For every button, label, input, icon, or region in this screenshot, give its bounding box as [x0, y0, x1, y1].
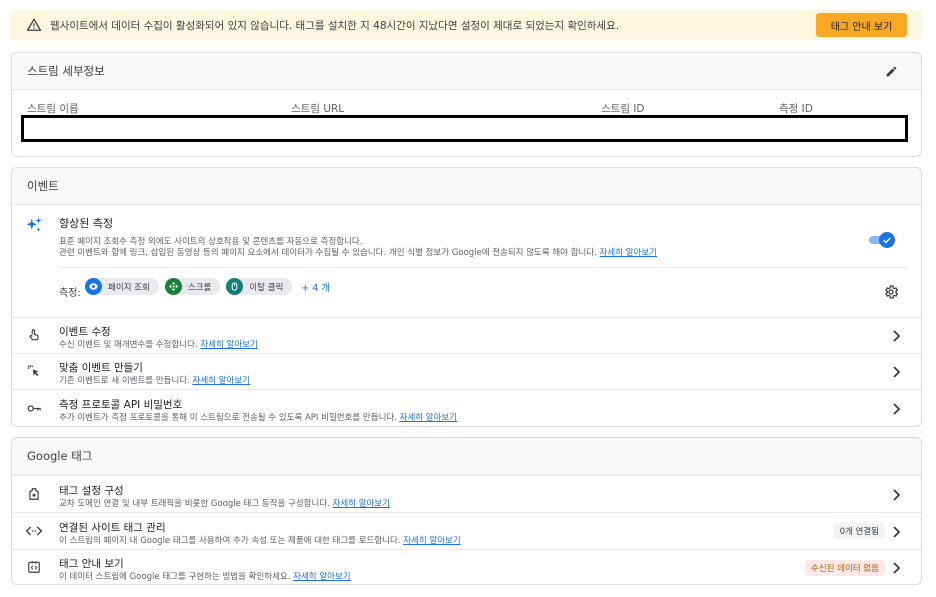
row-title: 맞춤 이벤트 만들기	[59, 362, 143, 374]
create-custom-event-row[interactable]: 맞춤 이벤트 만들기 기존 이벤트로 새 이벤트를 만듭니다. 자세히 알아보기	[12, 353, 921, 389]
eye-icon	[85, 278, 102, 295]
chip-outbound-click[interactable]: 이탈 클릭	[226, 278, 293, 295]
sparkle-icon	[25, 216, 43, 234]
mouse-icon	[226, 278, 244, 295]
key-icon	[26, 400, 42, 416]
learn-more-link[interactable]: 자세히 알아보기	[200, 340, 257, 350]
edit-pencil-icon[interactable]	[883, 63, 899, 79]
column-stream-url: 스트림 URL	[291, 103, 345, 115]
configure-tag-settings-row[interactable]: 태그 설정 구성 교차 도메인 연결 및 내부 트래픽을 비롯한 Google …	[12, 475, 921, 512]
enhanced-desc-line-1: 표준 페이지 조회수 측정 외에도 사이트의 상호작용 및 콘텐츠를 자동으로 …	[59, 237, 363, 247]
chip-label: 스크롤	[187, 282, 212, 293]
chip-label: 페이지 조회	[108, 282, 150, 293]
row-title: 측정 프로토콜 API 비밀번호	[59, 399, 183, 411]
view-tag-instructions-row[interactable]: 태그 안내 보기 이 데이터 스트림에 Google 태그를 구현하는 방법을 …	[12, 549, 921, 585]
google-tag-card: Google 태그 태그 설정 구성 교차 도메인 연결 및 내부 트래픽을 비…	[11, 437, 922, 585]
events-header: 이벤트	[12, 168, 921, 205]
more-chips-link[interactable]: + 4 개	[301, 280, 330, 294]
manage-connected-site-tags-row[interactable]: 연결된 사이트 태그 관리 이 스트림의 페이지 내 Google 태그를 사용…	[12, 512, 921, 549]
stream-details-title: 스트림 세부정보	[27, 64, 105, 78]
learn-more-link[interactable]: 자세히 알아보기	[193, 376, 250, 386]
connected-count-badge: 0개 연결됨	[833, 523, 885, 539]
measurement-chips: 페이지 조회 스크롤 이탈 클릭 + 4 개	[85, 278, 330, 295]
row-desc: 추가 이벤트가 측정 프로토콜을 통해 이 스트림으로 전송될 수 있도록 AP…	[59, 413, 458, 423]
touch-icon	[26, 327, 42, 343]
measurement-protocol-api-row[interactable]: 측정 프로토콜 API 비밀번호 추가 이벤트가 측정 프로토콜을 통해 이 스…	[12, 389, 921, 426]
learn-more-link[interactable]: 자세히 알아보기	[400, 413, 457, 423]
no-data-received-badge: 수신된 데이터 없음	[805, 560, 885, 576]
row-title: 태그 설정 구성	[59, 485, 124, 497]
row-title: 이벤트 수정	[59, 326, 111, 338]
tag-settings-icon	[26, 486, 42, 502]
row-title: 연결된 사이트 태그 관리	[59, 522, 166, 534]
chevron-right-icon	[893, 330, 901, 342]
enhanced-desc-line-2: 관련 이벤트와 함께 링크, 삽입된 동영상 등의 페이지 요소에서 데이터가 …	[59, 248, 597, 258]
stream-details-header: 스트림 세부정보	[12, 53, 921, 90]
learn-more-link[interactable]: 자세히 알아보기	[403, 536, 460, 546]
row-title: 태그 안내 보기	[59, 558, 124, 570]
chip-scroll[interactable]: 스크롤	[164, 278, 221, 295]
enhanced-measurement-section: 향상된 측정 표준 페이지 조회수 측정 외에도 사이트의 상호작용 및 콘텐츠…	[12, 206, 921, 316]
google-tag-title: Google 태그	[27, 449, 93, 463]
events-title: 이벤트	[27, 179, 59, 193]
enhanced-measurement-title: 향상된 측정	[59, 217, 114, 230]
enhanced-learn-more-link[interactable]: 자세히 알아보기	[600, 248, 657, 258]
chip-label: 이탈 클릭	[249, 282, 284, 293]
code-arrows-icon	[26, 523, 42, 539]
scroll-icon	[164, 278, 182, 295]
enhanced-measurement-description: 표준 페이지 조회수 측정 외에도 사이트의 상호작용 및 콘텐츠를 자동으로 …	[59, 237, 657, 259]
row-desc: 기존 이벤트로 새 이벤트를 만듭니다. 자세히 알아보기	[59, 376, 250, 386]
chevron-right-icon	[893, 526, 901, 538]
row-desc: 이 스트림의 페이지 내 Google 태그를 사용하여 추가 속성 또는 제품…	[59, 536, 461, 546]
divider	[59, 267, 907, 268]
row-desc: 이 데이터 스트림에 Google 태그를 구현하는 방법을 확인하세요. 자세…	[59, 572, 351, 582]
learn-more-link[interactable]: 자세히 알아보기	[333, 499, 390, 509]
column-measurement-id: 측정 ID	[779, 103, 813, 115]
chevron-right-icon	[893, 489, 901, 501]
settings-gear-icon[interactable]	[883, 284, 899, 300]
redacted-values-box	[21, 115, 908, 142]
view-tag-instructions-button[interactable]: 태그 안내 보기	[816, 13, 907, 37]
column-stream-id: 스트림 ID	[601, 103, 645, 115]
chevron-right-icon	[893, 366, 901, 378]
events-card: 이벤트 향상된 측정 표준 페이지 조회수 측정 외에도 사이트의 상호작용 및…	[11, 167, 922, 427]
chevron-right-icon	[893, 562, 901, 574]
measurement-label: 측정:	[59, 288, 81, 299]
modify-events-row[interactable]: 이벤트 수정 수신 이벤트 및 매개변수를 수정합니다. 자세히 알아보기	[12, 317, 921, 353]
stream-details-card: 스트림 세부정보 스트림 이름 스트림 URL 스트림 ID 측정 ID	[11, 52, 922, 157]
warning-banner: 웹사이트에서 데이터 수집이 활성화되어 있지 않습니다. 태그를 설치한 지 …	[11, 10, 922, 40]
google-tag-header: Google 태그	[12, 438, 921, 475]
chevron-right-icon	[893, 403, 901, 415]
row-desc: 수신 이벤트 및 매개변수를 수정합니다. 자세히 알아보기	[59, 340, 258, 350]
row-desc: 교차 도메인 연결 및 내부 트래픽을 비롯한 Google 태그 동작을 구성…	[59, 499, 390, 509]
warning-icon	[27, 18, 41, 32]
toggle-knob	[879, 232, 895, 248]
click-sparkle-icon	[26, 363, 42, 379]
code-tag-icon	[26, 559, 42, 575]
learn-more-link[interactable]: 자세히 알아보기	[293, 572, 350, 582]
check-icon	[883, 237, 891, 244]
warning-message: 웹사이트에서 데이터 수집이 활성화되어 있지 않습니다. 태그를 설치한 지 …	[50, 19, 620, 32]
enhanced-measurement-toggle[interactable]	[869, 232, 895, 248]
column-stream-name: 스트림 이름	[27, 103, 79, 115]
chip-page-views[interactable]: 페이지 조회	[85, 278, 159, 295]
